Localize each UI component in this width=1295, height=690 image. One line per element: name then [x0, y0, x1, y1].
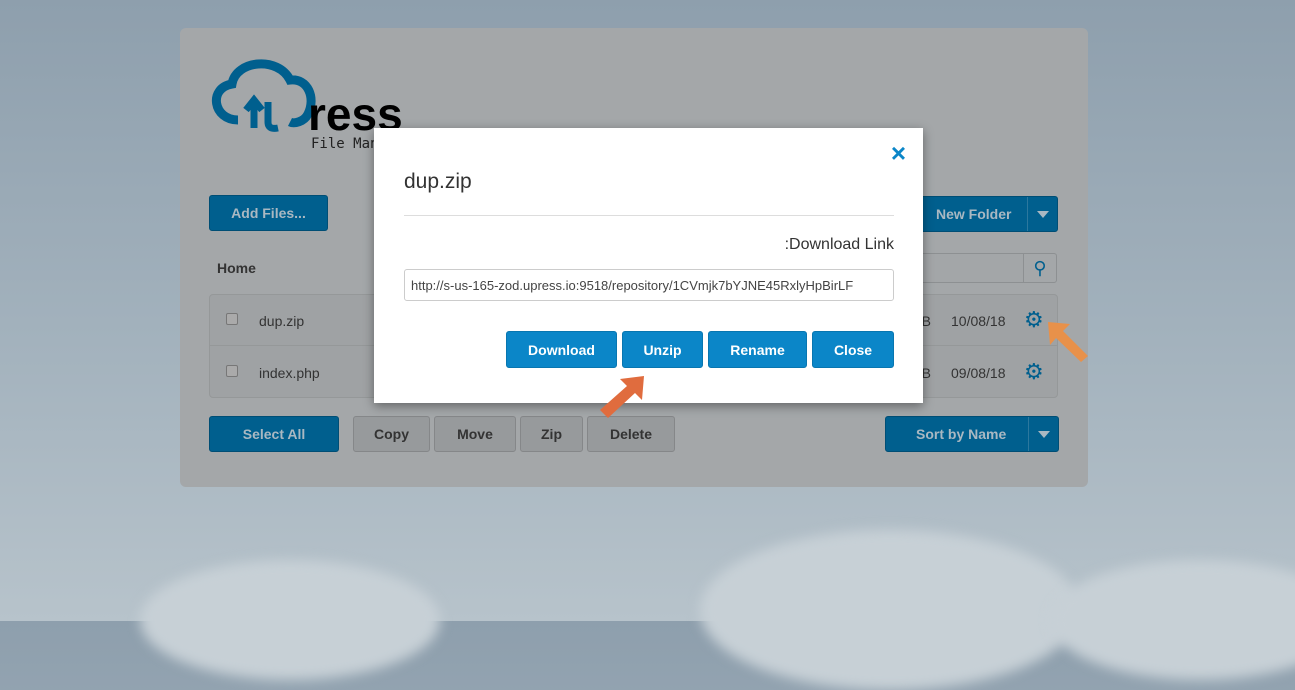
new-folder-label: New Folder [936, 206, 1012, 222]
file-date: 10/08/18 [951, 313, 1006, 329]
close-label: Close [833, 341, 873, 358]
gear-icon[interactable]: ⚙ [1024, 307, 1044, 333]
file-name: index.php [259, 365, 320, 381]
zip-button[interactable]: Zip [520, 416, 583, 452]
download-link-input[interactable] [404, 269, 894, 301]
move-label: Move [457, 426, 493, 442]
file-date: 09/08/18 [951, 365, 1006, 381]
close-button[interactable]: Close [812, 331, 894, 368]
chevron-down-icon[interactable] [1028, 417, 1058, 451]
file-checkbox[interactable] [226, 365, 238, 377]
copy-button[interactable]: Copy [353, 416, 430, 452]
sort-by-name-button[interactable]: Sort by Name [885, 416, 1059, 452]
file-checkbox[interactable] [226, 313, 238, 325]
search-icon[interactable]: ⚲ [1023, 253, 1057, 283]
download-label: Download [528, 341, 595, 358]
download-link-label: :Download Link [784, 236, 894, 253]
select-all-label: Select All [242, 426, 306, 442]
cloud [1050, 560, 1295, 680]
delete-button[interactable]: Delete [587, 416, 675, 452]
gear-icon[interactable]: ⚙ [1024, 359, 1044, 385]
sort-label: Sort by Name [916, 426, 1007, 442]
add-files-label: Add Files... [231, 205, 306, 221]
unzip-label: Unzip [643, 341, 682, 358]
delete-label: Delete [609, 426, 653, 442]
zip-label: Zip [541, 426, 562, 442]
arrow-pointer-icon [600, 376, 644, 418]
add-files-button[interactable]: Add Files... [209, 195, 328, 231]
rename-button[interactable]: Rename [708, 331, 807, 368]
arrow-pointer-icon [1048, 322, 1088, 362]
cloud [140, 560, 440, 680]
file-dialog: dup.zip × :Download Link Download Unzip … [374, 128, 923, 403]
divider [404, 215, 894, 216]
close-icon[interactable]: × [891, 138, 906, 169]
select-all-button[interactable]: Select All [209, 416, 339, 452]
move-button[interactable]: Move [434, 416, 516, 452]
download-button[interactable]: Download [506, 331, 617, 368]
rename-label: Rename [730, 341, 785, 358]
cloud [700, 530, 1080, 690]
copy-label: Copy [374, 426, 409, 442]
chevron-down-icon[interactable] [1027, 197, 1057, 231]
dialog-title: dup.zip [404, 170, 472, 193]
breadcrumb-home[interactable]: Home [217, 260, 256, 276]
file-name: dup.zip [259, 313, 305, 329]
unzip-button[interactable]: Unzip [622, 331, 703, 368]
